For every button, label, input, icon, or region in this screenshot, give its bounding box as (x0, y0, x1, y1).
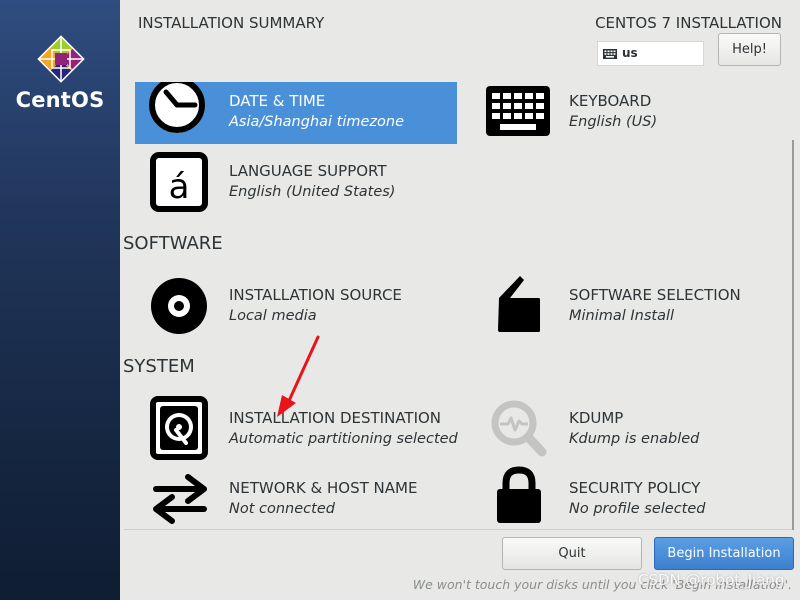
harddisk-icon (150, 396, 208, 460)
spoke-network-hostname[interactable]: NETWORK & HOST NAME Not connected (120, 469, 460, 530)
scrollbar[interactable] (792, 140, 794, 530)
quit-button[interactable]: Quit (502, 537, 642, 570)
spoke-status: No profile selected (569, 501, 706, 517)
disc-icon (151, 278, 207, 334)
spoke-software-selection[interactable]: SOFTWARE SELECTION Minimal Install (460, 276, 800, 338)
summary-hub: DATE & TIME Asia/Shanghai timezone KEYBO… (120, 82, 800, 530)
language-icon: á (150, 152, 208, 212)
magnifier-icon (491, 400, 547, 457)
spoke-title: SECURITY POLICY (569, 479, 701, 497)
package-icon (498, 276, 540, 332)
spoke-title: SOFTWARE SELECTION (569, 286, 741, 304)
clock-icon (149, 82, 205, 133)
brand-name: CentOS (15, 88, 105, 112)
spoke-status: Not connected (229, 501, 335, 517)
svg-text:á: á (169, 167, 190, 207)
spoke-title: KEYBOARD (569, 92, 652, 110)
centos-logo-icon (37, 35, 85, 83)
section-system-heading: SYSTEM (123, 356, 195, 377)
spoke-status: Automatic partitioning selected (229, 431, 458, 447)
divider (124, 529, 792, 530)
help-button[interactable]: Help! (718, 33, 781, 66)
spoke-title: KDUMP (569, 409, 624, 427)
spoke-title: LANGUAGE SUPPORT (229, 162, 387, 180)
watermark: CSDN @robot_Jiang (638, 571, 785, 589)
spoke-title: DATE & TIME (229, 92, 326, 110)
keyboard-icon (603, 49, 617, 59)
keyboard-layout-value: us (622, 46, 638, 60)
section-software-heading: SOFTWARE (123, 233, 223, 254)
spoke-status: Kdump is enabled (569, 431, 700, 447)
spoke-status: Minimal Install (569, 308, 675, 324)
spoke-installation-source[interactable]: INSTALLATION SOURCE Local media (120, 276, 460, 338)
network-arrows-icon (153, 474, 207, 524)
keyboard-layout-indicator[interactable]: us (597, 41, 704, 66)
spoke-language-support[interactable]: á LANGUAGE SUPPORT English (United State… (120, 152, 460, 214)
product-title: CENTOS 7 INSTALLATION (595, 14, 782, 32)
annotation-arrow-icon (277, 335, 320, 417)
spoke-kdump[interactable]: KDUMP Kdump is enabled (460, 399, 800, 461)
spoke-keyboard[interactable]: KEYBOARD English (US) (460, 82, 800, 144)
spoke-status: Asia/Shanghai timezone (229, 114, 405, 130)
sidebar: CentOS (0, 0, 120, 600)
spoke-title: NETWORK & HOST NAME (229, 479, 418, 497)
begin-installation-button[interactable]: Begin Installation (654, 537, 794, 570)
padlock-icon (497, 466, 541, 523)
spoke-status: English (United States) (229, 184, 396, 200)
spoke-date-time[interactable]: DATE & TIME Asia/Shanghai timezone (120, 82, 460, 144)
keyboard-icon (486, 86, 550, 136)
spoke-status: Local media (229, 308, 317, 324)
spoke-title: INSTALLATION SOURCE (229, 286, 402, 304)
spoke-title: INSTALLATION DESTINATION (229, 409, 442, 427)
page-title: INSTALLATION SUMMARY (138, 14, 325, 32)
spoke-status: English (US) (569, 114, 658, 130)
spoke-security-policy[interactable]: SECURITY POLICY No profile selected (460, 466, 800, 530)
